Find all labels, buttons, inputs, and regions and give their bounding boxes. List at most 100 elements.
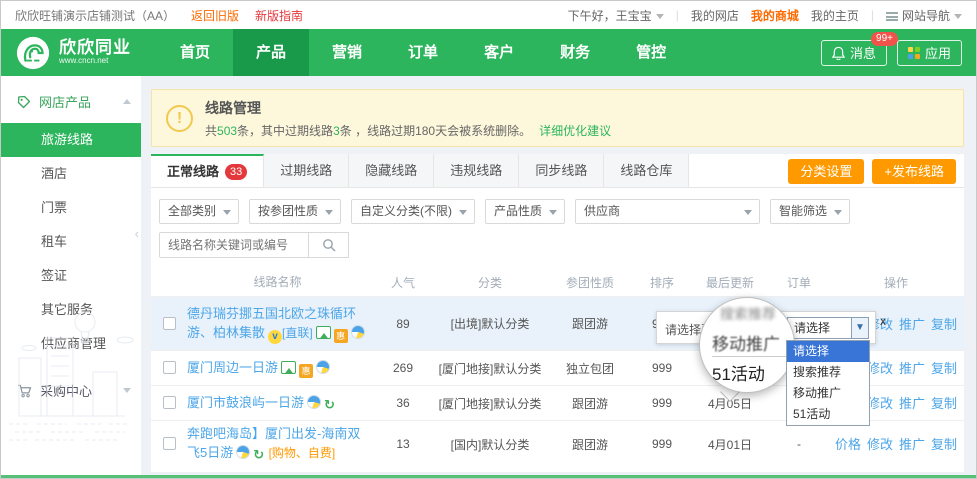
op-edit-link[interactable]: 修改 bbox=[867, 437, 893, 452]
last-updated-value: 4月01日 bbox=[690, 436, 770, 453]
chevron-down-icon bbox=[459, 210, 467, 215]
nav-item-finance[interactable]: 财务 bbox=[537, 29, 613, 76]
select-chevron-icon: ▼ bbox=[851, 318, 868, 338]
magnifier-loupe-overlay: 搜索推荐 移动推广 51活动 bbox=[699, 297, 795, 393]
popularity-value: 89 bbox=[372, 317, 434, 331]
join-type-value: 跟团游 bbox=[546, 315, 634, 332]
sidebar-item-travel-routes[interactable]: 旅游线路 bbox=[1, 123, 141, 157]
option-51-activity[interactable]: 51活动 bbox=[787, 404, 869, 425]
op-edit-link[interactable]: 修改 bbox=[867, 396, 893, 411]
store-name: 欣欣旺铺演示店铺测试（AA） bbox=[15, 7, 175, 24]
sort-value: 999 bbox=[634, 437, 690, 451]
filter-custom-category[interactable]: 自定义分类(不限) bbox=[351, 199, 475, 224]
notice-banner: ! 线路管理 共503条，其中过期线路3条 ，线路过期180天会被系统删除。详细… bbox=[151, 89, 964, 147]
row-checkbox[interactable] bbox=[163, 396, 176, 409]
sidebar-item-tickets[interactable]: 门票 bbox=[1, 191, 141, 225]
popularity-value: 269 bbox=[372, 361, 434, 375]
bell-icon bbox=[832, 46, 845, 60]
option-please-select[interactable]: 请选择 bbox=[787, 341, 869, 362]
route-name-link[interactable]: 厦门周边一日游 bbox=[187, 360, 278, 375]
main-nav-bar: 欣欣同业 www.cncn.net 首页 产品 营销 订单 客户 财务 管控 消… bbox=[1, 29, 976, 76]
search-input[interactable] bbox=[159, 232, 309, 258]
option-mobile-promotion[interactable]: 移动推广 bbox=[787, 383, 869, 404]
search-button[interactable] bbox=[309, 232, 349, 258]
header-last-updated: 最后更新 bbox=[690, 274, 770, 291]
sidebar-section-shop-products[interactable]: 网店产品 bbox=[1, 76, 141, 123]
globe-icon bbox=[316, 360, 330, 374]
site-nav-menu[interactable]: 网站导航 bbox=[886, 7, 962, 24]
sidebar: 网店产品 旅游线路 酒店 门票 租车 签证 其它服务 供应商管理 采购中心 ‹ bbox=[1, 76, 141, 478]
sort-value: 999 bbox=[634, 396, 690, 410]
nav-item-marketing[interactable]: 营销 bbox=[309, 29, 385, 76]
sidebar-item-visa[interactable]: 签证 bbox=[1, 259, 141, 293]
brand-url: www.cncn.net bbox=[59, 57, 131, 65]
elephant-logo-icon bbox=[15, 35, 51, 71]
tab-hidden-routes[interactable]: 隐藏线路 bbox=[349, 154, 434, 187]
back-to-old-link[interactable]: 返回旧版 bbox=[191, 7, 239, 24]
sort-value: 999 bbox=[634, 361, 690, 375]
globe-icon bbox=[236, 445, 250, 459]
tab-expired-routes[interactable]: 过期线路 bbox=[264, 154, 349, 187]
header-operations: 操作 bbox=[828, 274, 964, 291]
row-checkbox[interactable] bbox=[163, 317, 176, 330]
category-value: [出境]默认分类 bbox=[434, 315, 546, 332]
publish-route-button[interactable]: +发布线路 bbox=[872, 159, 956, 184]
expired-routes-count: 3 bbox=[333, 124, 340, 138]
header-category: 分类 bbox=[434, 274, 546, 291]
popup-close-button[interactable]: x bbox=[880, 314, 886, 328]
op-price-link[interactable]: 价格 bbox=[835, 437, 861, 452]
promote-position-select[interactable]: 请选择 ▼ bbox=[787, 317, 869, 339]
op-copy-link[interactable]: 复制 bbox=[931, 361, 957, 376]
route-name-link[interactable]: 厦门市鼓浪屿一日游 bbox=[187, 395, 304, 410]
messages-button[interactable]: 消息 99+ bbox=[821, 40, 887, 66]
row-checkbox[interactable] bbox=[163, 361, 176, 374]
op-copy-link[interactable]: 复制 bbox=[931, 437, 957, 452]
tab-normal-routes[interactable]: 正常线路 33 bbox=[151, 154, 264, 187]
sync-icon: ↻ bbox=[253, 445, 264, 464]
tab-sync-routes[interactable]: 同步线路 bbox=[519, 154, 604, 187]
my-homepage-link[interactable]: 我的主页 bbox=[811, 7, 859, 24]
row-checkbox[interactable] bbox=[163, 437, 176, 450]
popularity-value: 36 bbox=[372, 396, 434, 410]
nav-item-control[interactable]: 管控 bbox=[613, 29, 689, 76]
sidebar-item-hotel[interactable]: 酒店 bbox=[1, 157, 141, 191]
category-settings-button[interactable]: 分类设置 bbox=[788, 159, 864, 184]
filter-join-type[interactable]: 按参团性质 bbox=[249, 199, 341, 224]
op-copy-link[interactable]: 复制 bbox=[931, 317, 957, 332]
tab-count-badge: 33 bbox=[225, 164, 247, 180]
user-greeting-menu[interactable]: 下午好，王宝宝 bbox=[568, 7, 664, 24]
my-shop-link[interactable]: 我的网店 bbox=[691, 7, 739, 24]
op-promote-link[interactable]: 推广 bbox=[899, 361, 925, 376]
nav-item-orders[interactable]: 订单 bbox=[385, 29, 461, 76]
op-copy-link[interactable]: 复制 bbox=[931, 396, 957, 411]
option-search-promotion[interactable]: 搜索推荐 bbox=[787, 362, 869, 383]
optimization-advice-link[interactable]: 详细优化建议 bbox=[539, 124, 611, 138]
filter-all-categories[interactable]: 全部类别 bbox=[159, 199, 239, 224]
nav-item-products[interactable]: 产品 bbox=[233, 29, 309, 76]
filter-product-nature[interactable]: 产品性质 bbox=[485, 199, 565, 224]
nav-item-customers[interactable]: 客户 bbox=[461, 29, 537, 76]
tag-icon bbox=[17, 95, 31, 109]
category-value: [厦门地接]默认分类 bbox=[434, 360, 546, 377]
sidebar-collapse-handle[interactable]: ‹ bbox=[135, 226, 139, 241]
op-promote-link[interactable]: 推广 bbox=[899, 317, 925, 332]
filter-smart[interactable]: 智能筛选 bbox=[770, 199, 850, 224]
tab-violation-routes[interactable]: 违规线路 bbox=[434, 154, 519, 187]
op-promote-link[interactable]: 推广 bbox=[899, 396, 925, 411]
sidebar-item-car-rental[interactable]: 租车 bbox=[1, 225, 141, 259]
new-guide-link[interactable]: 新版指南 bbox=[255, 7, 303, 24]
notice-title: 线路管理 bbox=[205, 98, 611, 118]
op-promote-link[interactable]: 推广 bbox=[899, 437, 925, 452]
op-edit-link[interactable]: 修改 bbox=[867, 361, 893, 376]
nav-item-home[interactable]: 首页 bbox=[157, 29, 233, 76]
header-orders: 订单 bbox=[770, 274, 828, 291]
apps-button[interactable]: 应用 bbox=[897, 40, 962, 66]
header-route-name: 线路名称 bbox=[187, 273, 372, 292]
table-row: 奔跑吧海岛】厦门出发-海南双飞5日游↻ [购物、自费] 13 [国内]默认分类 … bbox=[151, 420, 964, 467]
brand-name: 欣欣同业 bbox=[59, 39, 131, 57]
tab-route-warehouse[interactable]: 线路仓库 bbox=[604, 154, 689, 187]
search-bar bbox=[159, 232, 349, 258]
my-mall-link[interactable]: 我的商城 bbox=[751, 7, 799, 24]
filter-supplier[interactable]: 供应商 bbox=[575, 199, 760, 224]
brand-logo[interactable]: 欣欣同业 www.cncn.net bbox=[1, 29, 157, 76]
